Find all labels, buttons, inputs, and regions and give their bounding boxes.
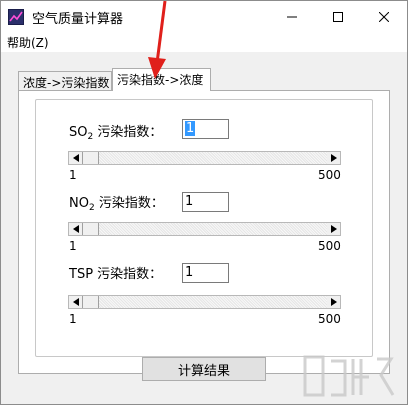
- title-bar[interactable]: 空气质量计算器: [1, 1, 407, 32]
- so2-slider[interactable]: [68, 151, 341, 165]
- no2-index-input[interactable]: 1: [182, 192, 229, 212]
- tsp-slider[interactable]: [68, 295, 341, 309]
- close-icon: [379, 11, 389, 22]
- maximize-icon: [333, 11, 343, 22]
- tsp-max-label: 500: [318, 312, 341, 326]
- tsp-index-input[interactable]: 1: [182, 263, 229, 283]
- slider-thumb[interactable]: [82, 223, 99, 235]
- red-arrow-icon: [148, 1, 167, 79]
- tab-concentration-to-index[interactable]: 浓度->污染指数: [18, 71, 112, 91]
- no2-slider[interactable]: [68, 222, 341, 236]
- menu-help[interactable]: 帮助(Z): [7, 34, 49, 51]
- slider-thumb[interactable]: [82, 152, 99, 164]
- no2-min-label: 1: [69, 239, 77, 253]
- slider-right-arrow-icon[interactable]: [327, 152, 340, 164]
- so2-index-input[interactable]: 1: [182, 119, 229, 139]
- menu-bar: 帮助(Z): [1, 32, 407, 52]
- slider-right-arrow-icon[interactable]: [327, 223, 340, 235]
- slider-left-arrow-icon[interactable]: [69, 152, 82, 164]
- slider-left-arrow-icon[interactable]: [69, 296, 82, 308]
- calculate-button[interactable]: 计算结果: [142, 357, 266, 381]
- so2-label: SO2 污染指数：: [69, 125, 163, 142]
- tsp-min-label: 1: [69, 312, 77, 326]
- tsp-label: TSP 污染指数：: [69, 267, 163, 282]
- app-window: 空气质量计算器 帮助(Z) 浓度->污染指数 污染指数->浓度 SO2 污染指数…: [0, 0, 408, 405]
- so2-min-label: 1: [69, 168, 77, 182]
- close-button[interactable]: [361, 1, 407, 32]
- xiazaiba-watermark-logo: [303, 355, 395, 397]
- no2-label: NO2 污染指数：: [69, 196, 164, 213]
- maximize-button[interactable]: [315, 1, 361, 32]
- no2-max-label: 500: [318, 239, 341, 253]
- so2-max-label: 500: [318, 168, 341, 182]
- chart-app-icon: [8, 9, 24, 25]
- minimize-icon: [287, 16, 297, 17]
- minimize-button[interactable]: [269, 1, 315, 32]
- slider-left-arrow-icon[interactable]: [69, 223, 82, 235]
- window-title: 空气质量计算器: [32, 12, 124, 27]
- slider-thumb[interactable]: [82, 296, 99, 308]
- slider-right-arrow-icon[interactable]: [327, 296, 340, 308]
